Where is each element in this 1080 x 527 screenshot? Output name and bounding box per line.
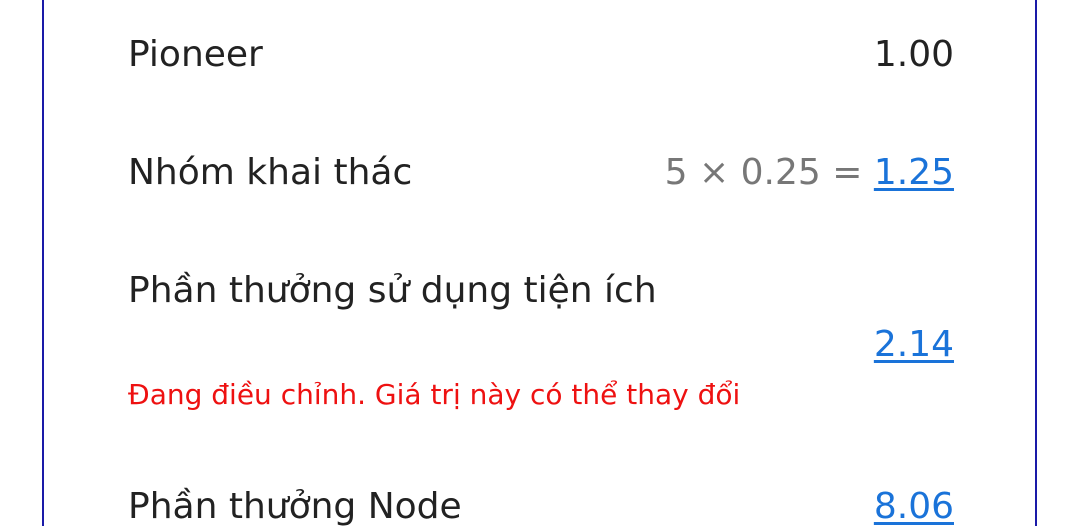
row-utility-reward: Phần thưởng sử dụng tiện ích xyxy=(128,270,954,311)
node-reward-value-link[interactable]: 8.06 xyxy=(874,486,954,527)
node-reward-label: Phần thưởng Node xyxy=(128,486,462,527)
utility-reward-value-link[interactable]: 2.14 xyxy=(874,324,954,365)
pioneer-value: 1.00 xyxy=(873,34,954,75)
rate-panel xyxy=(42,0,1037,526)
mining-group-value-group: 5 × 0.25 = 1.25 xyxy=(665,152,954,193)
mining-group-value-link[interactable]: 1.25 xyxy=(874,152,954,193)
mining-group-formula: 5 × 0.25 = xyxy=(664,152,863,193)
utility-reward-warning: Đang điều chỉnh. Giá trị này có thể thay… xyxy=(128,378,741,411)
utility-reward-label: Phần thưởng sử dụng tiện ích xyxy=(128,270,657,311)
row-node-reward: Phần thưởng Node 8.06 xyxy=(128,486,954,527)
mining-group-label: Nhóm khai thác xyxy=(128,152,413,193)
row-mining-group: Nhóm khai thác 5 × 0.25 = 1.25 xyxy=(128,152,954,193)
pioneer-label: Pioneer xyxy=(128,34,263,75)
row-pioneer: Pioneer 1.00 xyxy=(128,34,954,75)
